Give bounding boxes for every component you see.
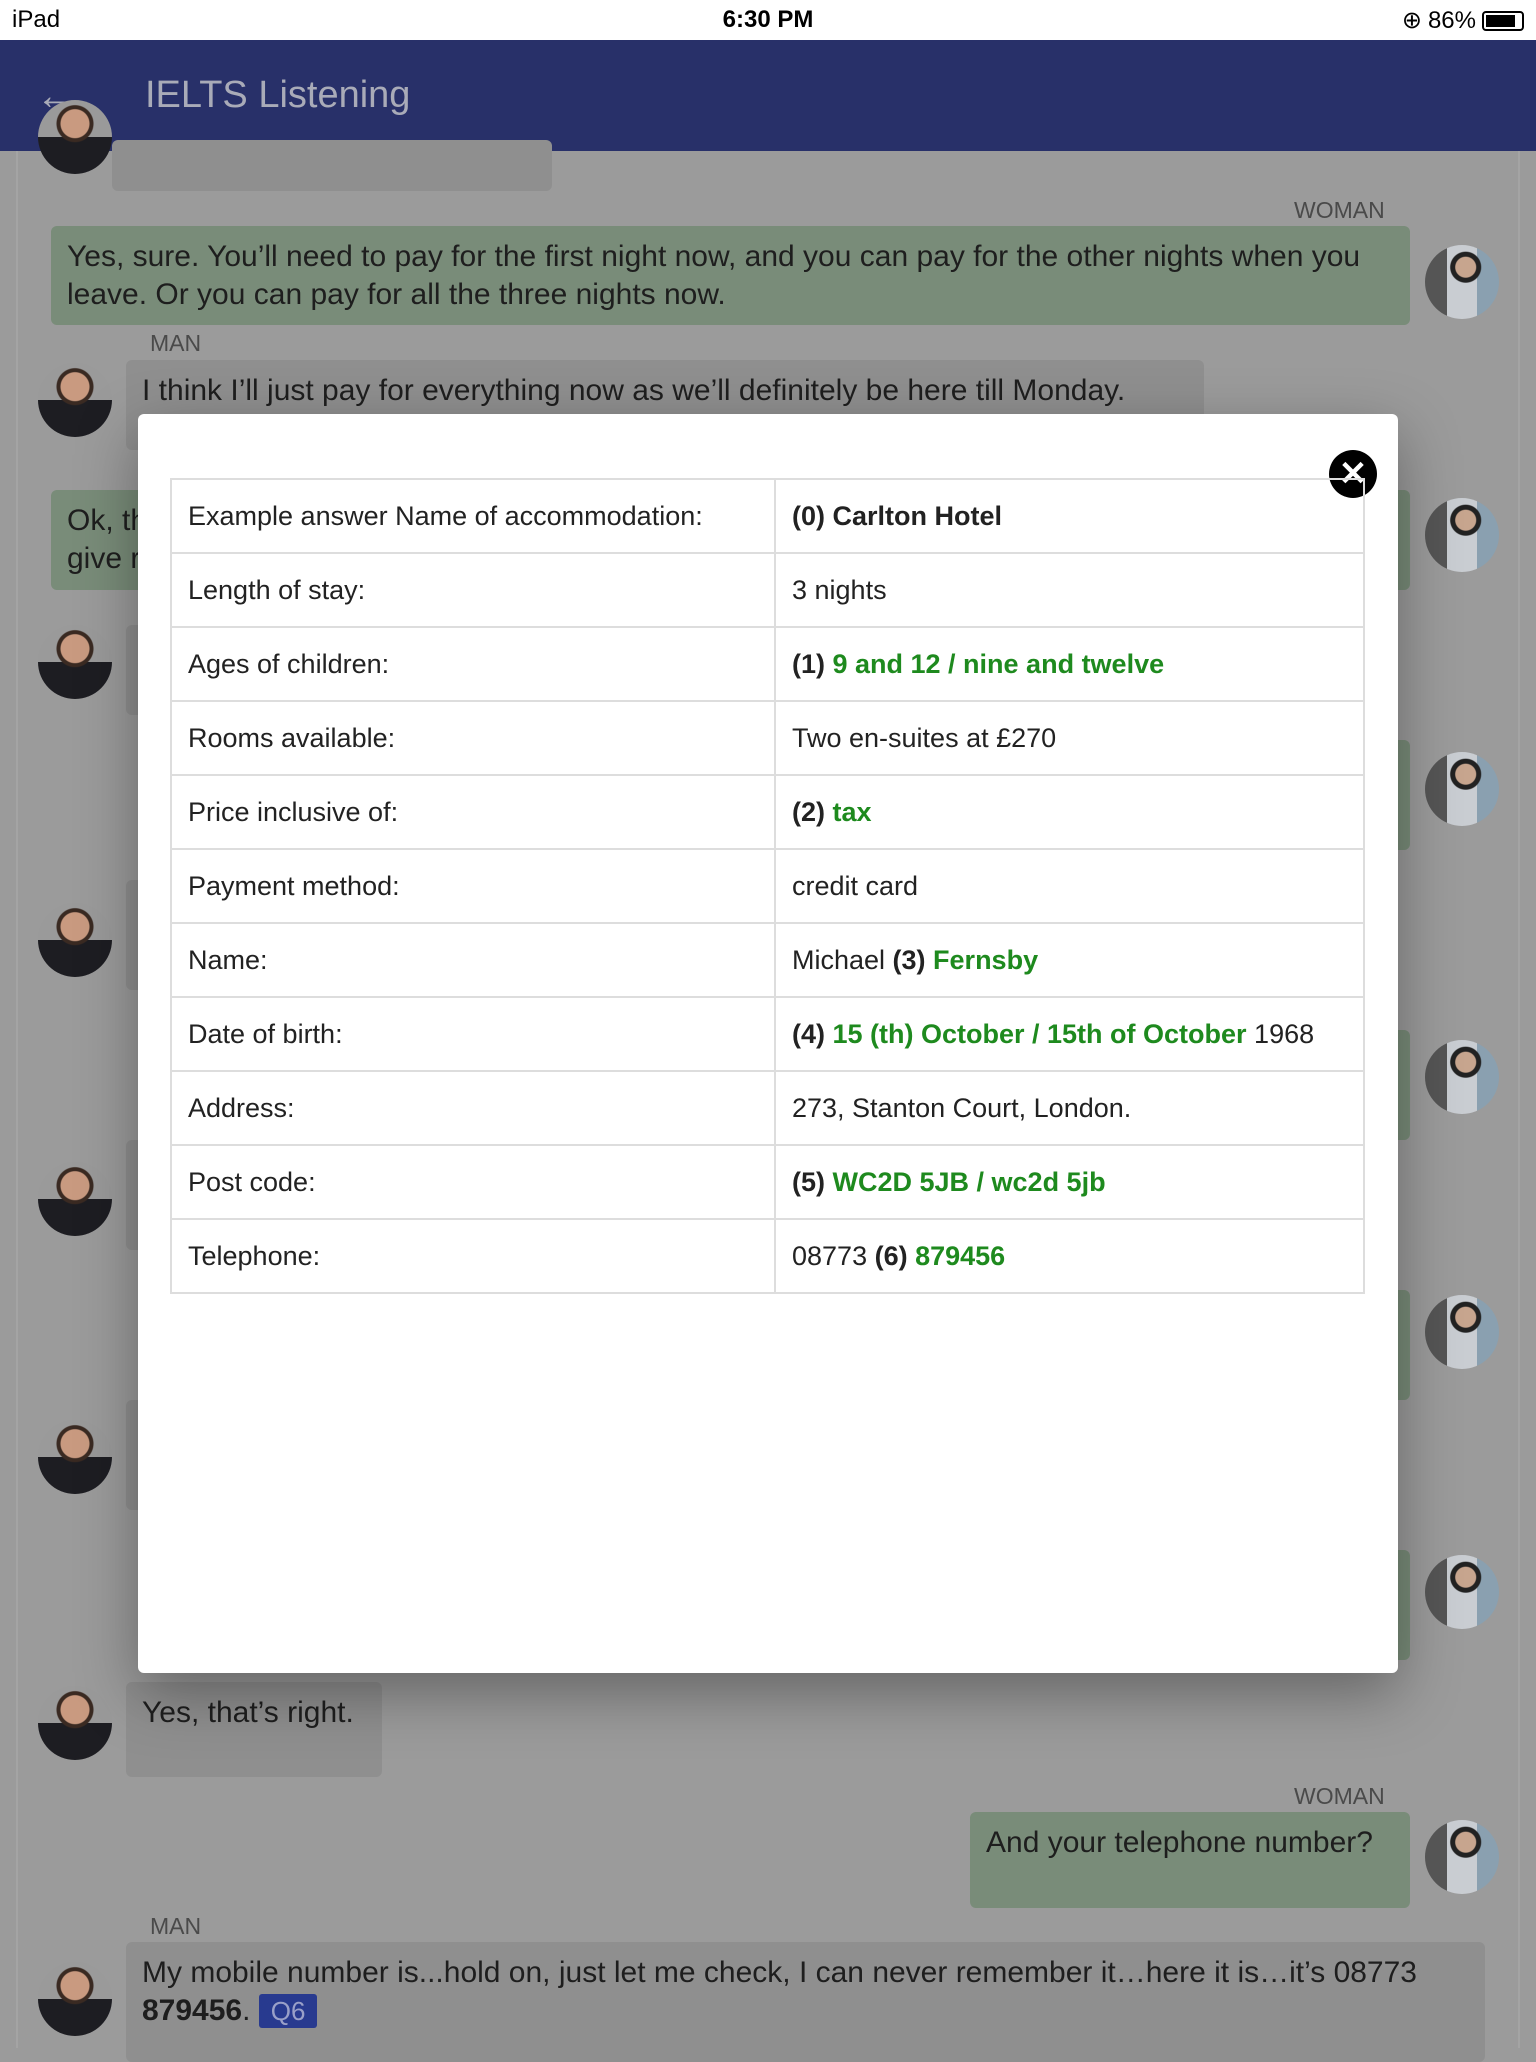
man-avatar xyxy=(38,1962,112,2036)
woman-avatar xyxy=(1425,752,1499,826)
value-text: Two en-suites at £270 xyxy=(792,722,1057,753)
woman-bubble: And your telephone number? xyxy=(970,1812,1410,1908)
field-label: Date of birth: xyxy=(170,996,776,1072)
field-value: Michael (3) Fernsby xyxy=(774,922,1365,998)
page-title: IELTS Listening xyxy=(145,74,411,116)
man-avatar xyxy=(38,100,112,174)
value-text: Michael xyxy=(792,944,893,975)
table-row: Address: 273, Stanton Court, London. xyxy=(170,1070,1365,1146)
question-badge[interactable]: Q6 xyxy=(258,1994,318,2028)
field-value: (5) WC2D 5JB / wc2d 5jb xyxy=(774,1144,1365,1220)
field-label: Rooms available: xyxy=(170,700,776,776)
field-label: Name: xyxy=(170,922,776,998)
answer-text: WC2D 5JB / wc2d 5jb xyxy=(832,1166,1106,1197)
value-text: credit card xyxy=(792,870,919,901)
field-label: Address: xyxy=(170,1070,776,1146)
woman-avatar xyxy=(1425,1040,1499,1114)
field-label: Post code: xyxy=(170,1144,776,1220)
field-value: (0) Carlton Hotel xyxy=(774,478,1365,554)
field-value: 08773 (6) 879456 xyxy=(774,1218,1365,1294)
value-text: (2) xyxy=(792,796,833,827)
speaker-label: MAN xyxy=(150,330,202,356)
table-row: Payment method: credit card xyxy=(170,848,1365,924)
speaker-label: WOMAN xyxy=(1294,197,1385,223)
field-value: Two en-suites at £270 xyxy=(774,700,1365,776)
table-row: Rooms available: Two en-suites at £270 xyxy=(170,700,1365,776)
man-avatar xyxy=(38,903,112,977)
field-value: (2) tax xyxy=(774,774,1365,850)
value-text: 273, Stanton Court, London. xyxy=(792,1092,1132,1123)
field-label: Ages of children: xyxy=(170,626,776,702)
woman-avatar xyxy=(1425,1295,1499,1369)
app-header: ← IELTS Listening xyxy=(0,40,1536,151)
table-row: Name: Michael (3) Fernsby xyxy=(170,922,1365,998)
field-value: (1) 9 and 12 / nine and twelve xyxy=(774,626,1365,702)
field-label: Price inclusive of: xyxy=(170,774,776,850)
field-value: credit card xyxy=(774,848,1365,924)
field-label: Payment method: xyxy=(170,848,776,924)
answer-modal: ✕ Example answer Name of accommodation:(… xyxy=(138,414,1398,1673)
woman-avatar xyxy=(1425,245,1499,319)
answer-text: tax xyxy=(832,796,872,827)
man-avatar xyxy=(38,1162,112,1236)
rotation-lock-icon: ⊕ xyxy=(1401,7,1422,34)
field-label: Length of stay: xyxy=(170,552,776,628)
clock: 6:30 PM xyxy=(722,6,814,33)
value-text: (1) xyxy=(792,648,833,679)
table-row: Length of stay: 3 nights xyxy=(170,552,1365,628)
answer-text: 879456 xyxy=(915,1240,1006,1271)
woman-bubble: Yes, sure. You’ll need to pay for the fi… xyxy=(51,226,1410,325)
man-avatar xyxy=(38,625,112,699)
field-value: 273, Stanton Court, London. xyxy=(774,1070,1365,1146)
field-value: (4) 15 (th) October / 15th of October 19… xyxy=(774,996,1365,1072)
battery-icon xyxy=(1482,10,1524,31)
value-text: (0) xyxy=(792,500,833,531)
value-text: 08773 xyxy=(792,1240,875,1271)
answer-text: 15 (th) October / 15th of October xyxy=(832,1018,1247,1049)
table-row: Post code: (5) WC2D 5JB / wc2d 5jb xyxy=(170,1144,1365,1220)
table-row: Ages of children: (1) 9 and 12 / nine and… xyxy=(170,626,1365,702)
field-label: Telephone: xyxy=(170,1218,776,1294)
table-row: Price inclusive of: (2) tax xyxy=(170,774,1365,850)
value-text: Carlton Hotel xyxy=(832,500,1003,531)
table-row: Date of birth: (4) 15 (th) October / 15th… xyxy=(170,996,1365,1072)
answer-text: Fernsby xyxy=(933,944,1039,975)
woman-avatar xyxy=(1425,498,1499,572)
man-avatar xyxy=(38,1686,112,1760)
man-bubble: My mobile number is...hold on, just let … xyxy=(126,1942,1485,2062)
value-text: 3 nights xyxy=(792,574,887,605)
status-bar: iPad 6:30 PM ⊕ 86% xyxy=(0,0,1536,40)
battery-percent: 86% xyxy=(1427,6,1476,34)
table-row: Example answer Name of accommodation: (0)… xyxy=(170,478,1365,554)
table-row: Telephone: 08773 (6) 879456 xyxy=(170,1218,1365,1294)
field-value: 3 nights xyxy=(774,552,1365,628)
value-text: 1968 xyxy=(1246,1018,1315,1049)
field-label: Example answer Name of accommodation: xyxy=(170,478,776,554)
man-avatar xyxy=(38,363,112,437)
answer-table: Example answer Name of accommodation: (0)… xyxy=(170,478,1365,1294)
speaker-label: MAN xyxy=(150,1913,202,1939)
man-avatar xyxy=(38,1420,112,1494)
woman-avatar xyxy=(1425,1555,1499,1629)
value-text: (5) xyxy=(792,1166,833,1197)
man-bubble xyxy=(112,140,552,191)
answer-text: 9 and 12 / nine and twelve xyxy=(832,648,1165,679)
value-text: (6) xyxy=(874,1240,916,1271)
value-text: (4) xyxy=(792,1018,833,1049)
value-text: (3) xyxy=(892,944,934,975)
man-bubble: Yes, that’s right. xyxy=(126,1682,382,1777)
woman-avatar xyxy=(1425,1820,1499,1894)
speaker-label: WOMAN xyxy=(1294,1783,1385,1809)
